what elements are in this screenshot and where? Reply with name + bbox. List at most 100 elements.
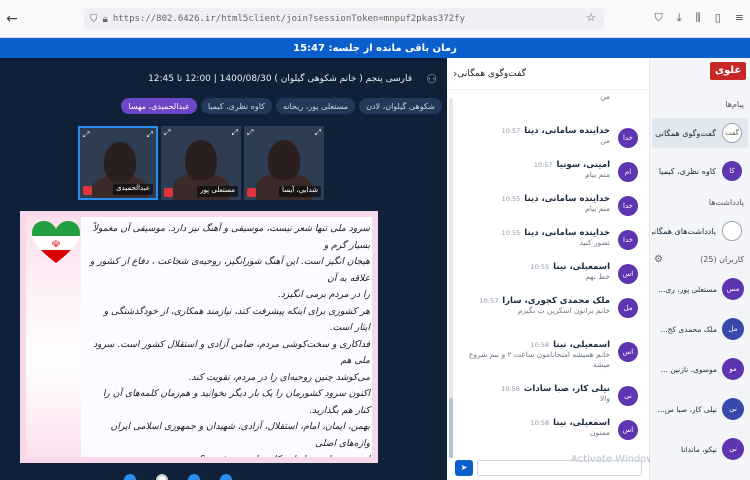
sidebar-item-label: کاوه نظری، کیمیا	[658, 166, 716, 176]
mic-button[interactable]	[124, 474, 136, 480]
avatar: مل	[722, 318, 744, 340]
avatar: مس	[722, 278, 744, 300]
back-arrow-icon[interactable]: ←	[0, 11, 24, 27]
sidebar-item-label: یادداشت‌های همگانی	[652, 226, 716, 236]
webcam-tile[interactable]: ⤢ ⤢ مستعلی پور	[161, 126, 241, 200]
message-author: نیلی کار، صبا سادات10:58	[455, 384, 610, 394]
talking-chip[interactable]: کاوه نظری، کیمیا	[200, 98, 272, 114]
chat-message: اس اسمعیلی، نینا10:58 ممنون	[455, 418, 640, 452]
meeting-info: فارسی پنجم ( خانم شکوهی گیلوان ) 1400/08…	[148, 74, 412, 84]
expand-icon[interactable]: ⤢	[164, 128, 170, 138]
talking-chip[interactable]: شکوهی گیلوان، لادن	[359, 98, 442, 114]
lock-icon[interactable]: 🔒︎	[103, 14, 108, 25]
message-time: 10:58	[530, 419, 550, 427]
avatar: اس	[618, 420, 638, 440]
sidebar-item-label: گفت‌وگوی همگانی	[655, 128, 716, 138]
slide-line: سرود ملی تنها شعر نیست، موسیقی و آهنگ نی…	[92, 223, 370, 251]
svg-text:☫: ☫	[52, 239, 61, 250]
chat-header[interactable]: گفت‌وگوی همگانی ‹	[447, 58, 650, 90]
message-author: امینی، سونیا10:57	[455, 160, 610, 170]
expand-icon[interactable]: ⤢	[247, 128, 253, 138]
presentation-slide: ☫ سرود ملی تنها شعر نیست، موسیقی و آهنگ …	[20, 211, 378, 463]
screenshare-button[interactable]	[220, 474, 232, 480]
bookmark-star-icon[interactable]: ☆	[586, 11, 596, 24]
slide-line: بهمن، ایمان، امام، استقلال، آزادی، شهیدا…	[110, 421, 370, 449]
menu-icon[interactable]: ≡	[735, 11, 744, 25]
user-list-item[interactable]: مل ملک محمدی کج...	[652, 312, 748, 346]
users-sidebar: علوی پیام‌ها گفت گفت‌وگوی همگانی کا کاوه نظ…	[650, 58, 750, 480]
sidebar-item[interactable]: گفت گفت‌وگوی همگانی	[652, 118, 748, 148]
expand-icon[interactable]: ⤢	[83, 130, 89, 140]
section-notes: یادداشت‌ها	[708, 198, 744, 207]
webcam-tile[interactable]: ⤢ ⤢ شدایی، آیسا	[244, 126, 324, 200]
muted-mic-icon	[247, 188, 256, 197]
sidebar-item[interactable]: یادداشت‌های همگانی	[652, 216, 748, 246]
user-list-item[interactable]: مو موسوی، نازنین ...	[652, 352, 748, 386]
slide-text: سرود ملی تنها شعر نیست، موسیقی و آهنگ نی…	[86, 221, 370, 457]
muted-mic-icon	[83, 186, 92, 195]
message-text: ممنون	[590, 428, 610, 437]
message-text: من	[600, 92, 610, 101]
message-time: 10:55	[501, 195, 521, 203]
slide-line: می‌کوشد چنین روحیه‌ای را در مردم، تقویت …	[188, 371, 370, 383]
message-time: 10:58	[501, 385, 520, 393]
person-head	[104, 142, 136, 182]
reader-icon[interactable]: ▯	[715, 11, 721, 25]
chat-message: مل ملک محمدی کجوری، سارا10:57 خانم برانون …	[455, 296, 640, 340]
webcam-tile[interactable]: ⤢ ⤢ عبدالحمیدی	[78, 126, 158, 200]
avatar: خدا	[618, 128, 638, 148]
chat-message: خدا خداینده سامانی، دینا10:55 تصور کنید	[455, 228, 640, 262]
chat-message: من	[455, 92, 640, 126]
user-list-item[interactable]: مس مستعلی پور، ری...	[652, 272, 748, 306]
chat-message: نی نیلی کار، صبا سادات10:58 والا	[455, 384, 640, 418]
talking-participants: شکوهی گیلوان، لادن مستعلی پور، ریحانه کاوه…	[70, 98, 442, 116]
download-icon[interactable]: ⤓	[677, 11, 682, 25]
url-text: https://802.6426.ir/html5client/join?ses…	[112, 14, 466, 24]
talking-chip[interactable]: مستعلی پور، ریحانه	[275, 98, 356, 114]
chat-scrollbar[interactable]	[449, 98, 453, 458]
chat-title: گفت‌وگوی همگانی	[457, 68, 526, 79]
address-bar[interactable]: ⛉ 🔒︎ https://802.6426.ir/html5client/joi…	[84, 8, 604, 30]
author-name: اسمعیلی، نینا	[553, 262, 610, 272]
talking-chip[interactable]: عبدالحمیدی، مهسا	[121, 98, 197, 114]
message-time: 10:55	[530, 263, 550, 271]
message-time: 10:55	[501, 229, 521, 237]
send-button[interactable]: ➤	[455, 460, 473, 476]
library-icon[interactable]: ⫼	[696, 11, 701, 25]
avatar: ام	[618, 162, 638, 182]
expand-icon[interactable]: ⤢	[315, 128, 321, 138]
user-name: نیلی کار، صبا س...	[657, 404, 717, 414]
avatar: اس	[618, 264, 638, 284]
avatar: نی	[722, 398, 744, 420]
record-button[interactable]	[156, 474, 168, 480]
message-time: 10:58	[530, 341, 550, 349]
user-list-item[interactable]: نی نیلی کار، صبا س...	[652, 392, 748, 426]
avatar: مو	[722, 358, 744, 380]
chat-message: اس اسمعیلی، نینا10:55 خط نهم	[455, 262, 640, 296]
gear-icon[interactable]: ⚙	[654, 254, 663, 265]
expand-icon[interactable]: ⤢	[147, 130, 153, 140]
message-time: 10:57	[501, 127, 521, 135]
user-name: ملک محمدی کج...	[660, 324, 717, 334]
camera-button[interactable]	[188, 474, 200, 480]
user-icon[interactable]: ⚇	[426, 72, 437, 86]
slide-line: هیجان انگیز است. این آهنگ شورانگیز، روحی…	[89, 256, 370, 284]
message-text: والا	[600, 394, 610, 403]
screen: ← ⛉ 🔒︎ https://802.6426.ir/html5client/j…	[0, 0, 750, 480]
author-name: نیلی کار، صبا سادات	[523, 384, 610, 394]
chevron-left-icon[interactable]: ‹	[453, 67, 457, 80]
user-name: موسوی، نازنین ...	[660, 364, 717, 374]
message-author: اسمعیلی، نینا10:58	[455, 340, 610, 350]
sidebar-item[interactable]: کا کاوه نظری، کیمیا	[652, 156, 748, 186]
expand-icon[interactable]: ⤢	[232, 128, 238, 138]
pocket-icon[interactable]: ⛉	[655, 11, 663, 25]
message-text: خانم برانون اسکرین ب بگیرم	[517, 306, 610, 315]
avatar: مل	[618, 298, 638, 318]
app-logo: علوی	[710, 62, 746, 80]
user-list-item[interactable]: نی نیکو، ماندانا	[652, 432, 748, 466]
message-text: منم بیام	[585, 204, 610, 213]
session-timer-text: زمان باقی مانده از جلسه: 15:47	[293, 42, 457, 54]
chat-message-input[interactable]	[477, 460, 642, 476]
author-name: خداینده سامانی، دینا	[524, 228, 610, 238]
chat-message: ام امینی، سونیا10:57 منم بیام	[455, 160, 640, 194]
